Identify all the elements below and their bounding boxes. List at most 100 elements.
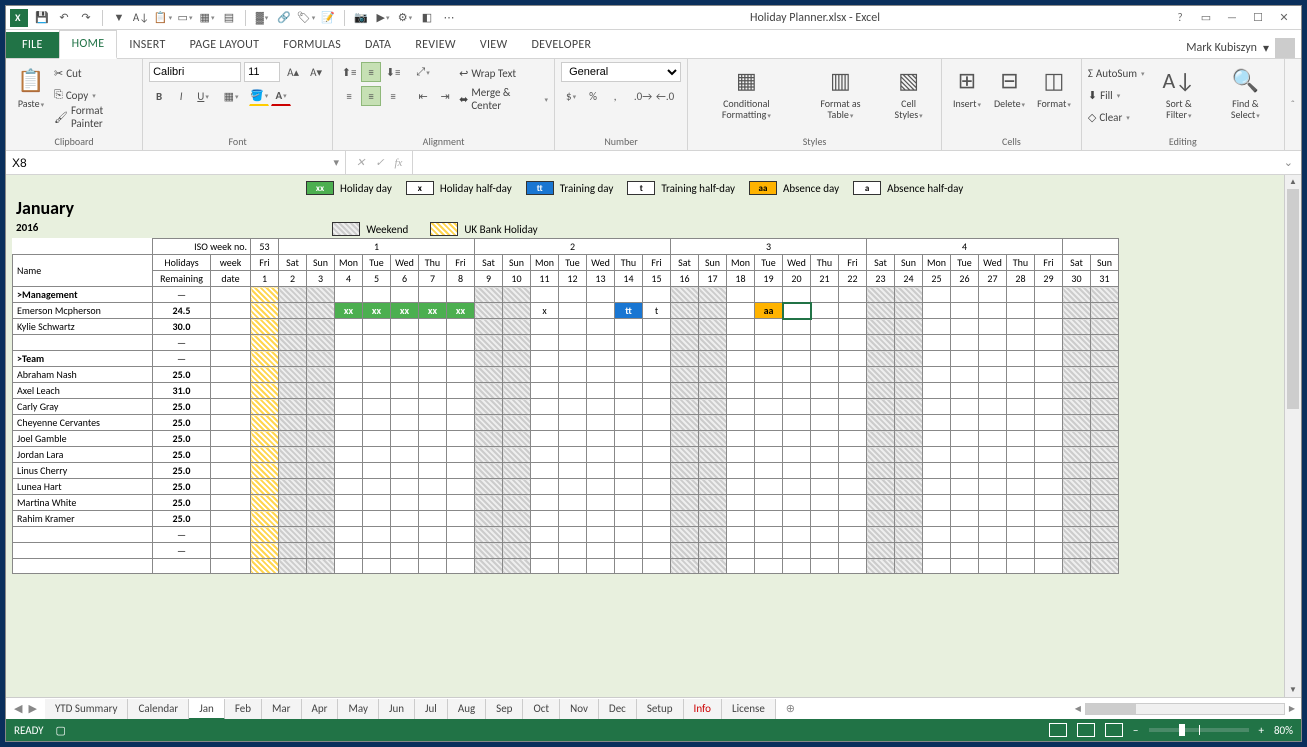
day-cell[interactable] <box>839 415 867 431</box>
day-cell[interactable] <box>923 495 951 511</box>
day-cell[interactable] <box>419 431 447 447</box>
day-cell[interactable] <box>503 463 531 479</box>
ribbon-tab-formulas[interactable]: FORMULAS <box>271 32 353 58</box>
day-cell[interactable] <box>783 383 811 399</box>
copy-button[interactable]: ⎘Copy <box>54 84 136 106</box>
day-cell[interactable] <box>1091 463 1119 479</box>
conditional-icon[interactable]: ▓ <box>254 10 270 26</box>
day-cell[interactable] <box>979 303 1007 319</box>
day-cell[interactable] <box>307 479 335 495</box>
day-cell[interactable] <box>979 495 1007 511</box>
day-cell[interactable] <box>531 383 559 399</box>
day-cell[interactable] <box>671 447 699 463</box>
day-cell[interactable] <box>951 415 979 431</box>
day-cell[interactable] <box>643 511 671 527</box>
sheet-tab-jun[interactable]: Jun <box>379 699 415 719</box>
day-cell[interactable] <box>475 367 503 383</box>
day-cell[interactable] <box>391 479 419 495</box>
borders-icon[interactable]: ▦ <box>199 10 215 26</box>
employee-name[interactable]: Jordan Lara <box>13 447 153 463</box>
day-cell[interactable] <box>531 415 559 431</box>
employee-name[interactable]: Cheyenne Cervantes <box>13 415 153 431</box>
day-cell[interactable] <box>391 463 419 479</box>
day-cell[interactable] <box>839 447 867 463</box>
ribbon-options-icon[interactable]: ▭ <box>1199 11 1213 25</box>
day-cell[interactable] <box>895 303 923 319</box>
day-cell[interactable] <box>279 303 307 319</box>
align-right-icon[interactable]: ≡ <box>383 86 403 106</box>
day-cell[interactable] <box>951 367 979 383</box>
day-cell[interactable] <box>447 431 475 447</box>
increase-decimal-icon[interactable]: .0→ <box>633 86 653 106</box>
day-cell[interactable] <box>503 431 531 447</box>
day-cell[interactable] <box>783 463 811 479</box>
scroll-right-icon[interactable]: ▶ <box>1289 704 1295 714</box>
day-cell[interactable] <box>503 415 531 431</box>
day-cell[interactable] <box>699 319 727 335</box>
day-cell[interactable] <box>699 415 727 431</box>
day-cell[interactable] <box>251 399 279 415</box>
day-cell[interactable] <box>587 479 615 495</box>
day-cell[interactable]: xx <box>391 303 419 319</box>
day-cell[interactable] <box>755 495 783 511</box>
day-cell[interactable] <box>251 511 279 527</box>
zoom-in-icon[interactable]: + <box>1259 724 1264 737</box>
day-cell[interactable] <box>1007 303 1035 319</box>
format-as-table-button[interactable]: ▥Format as Table <box>803 62 879 122</box>
sheet-tab-calendar[interactable]: Calendar <box>128 699 189 719</box>
day-cell[interactable] <box>251 383 279 399</box>
day-cell[interactable] <box>1035 383 1063 399</box>
day-cell[interactable] <box>531 319 559 335</box>
day-cell[interactable] <box>503 447 531 463</box>
day-cell[interactable] <box>307 303 335 319</box>
day-cell[interactable] <box>839 479 867 495</box>
day-cell[interactable] <box>783 447 811 463</box>
underline-button[interactable]: U <box>193 86 213 106</box>
orientation-icon[interactable]: ⤢ <box>413 62 433 82</box>
day-cell[interactable] <box>1091 495 1119 511</box>
day-cell[interactable] <box>531 463 559 479</box>
day-cell[interactable] <box>727 479 755 495</box>
day-cell[interactable] <box>867 479 895 495</box>
day-cell[interactable] <box>727 511 755 527</box>
day-cell[interactable] <box>951 511 979 527</box>
day-cell[interactable] <box>531 367 559 383</box>
day-cell[interactable] <box>1091 479 1119 495</box>
day-cell[interactable] <box>783 399 811 415</box>
align-left-icon[interactable]: ≡ <box>339 86 359 106</box>
day-cell[interactable] <box>1091 303 1119 319</box>
day-cell[interactable] <box>391 319 419 335</box>
day-cell[interactable] <box>307 463 335 479</box>
day-cell[interactable] <box>587 447 615 463</box>
sheet-tab-license[interactable]: License <box>722 699 776 719</box>
day-cell[interactable] <box>867 415 895 431</box>
day-cell[interactable] <box>951 399 979 415</box>
day-cell[interactable] <box>307 319 335 335</box>
day-cell[interactable] <box>1063 319 1091 335</box>
day-cell[interactable] <box>643 495 671 511</box>
camera-icon[interactable]: 📷 <box>353 10 369 26</box>
employee-name[interactable]: Rahim Kramer <box>13 511 153 527</box>
day-cell[interactable] <box>559 447 587 463</box>
day-cell[interactable] <box>391 431 419 447</box>
day-cell[interactable] <box>783 495 811 511</box>
day-cell[interactable] <box>979 399 1007 415</box>
hscroll-thumb[interactable] <box>1086 704 1136 714</box>
day-cell[interactable] <box>671 479 699 495</box>
day-cell[interactable] <box>1091 367 1119 383</box>
filter-icon[interactable]: ▼ <box>111 10 127 26</box>
day-cell[interactable] <box>1007 511 1035 527</box>
number-format-select[interactable]: General <box>561 62 681 82</box>
day-cell[interactable] <box>1063 463 1091 479</box>
day-cell[interactable] <box>615 383 643 399</box>
tab-prev-icon[interactable]: ◀ <box>14 702 22 715</box>
day-cell[interactable] <box>1007 447 1035 463</box>
day-cell[interactable] <box>699 495 727 511</box>
day-cell[interactable] <box>1035 431 1063 447</box>
day-cell[interactable] <box>1063 367 1091 383</box>
day-cell[interactable] <box>419 495 447 511</box>
day-cell[interactable] <box>475 495 503 511</box>
sheet-tab-ytd-summary[interactable]: YTD Summary <box>45 699 129 719</box>
day-cell[interactable] <box>867 495 895 511</box>
day-cell[interactable] <box>643 463 671 479</box>
